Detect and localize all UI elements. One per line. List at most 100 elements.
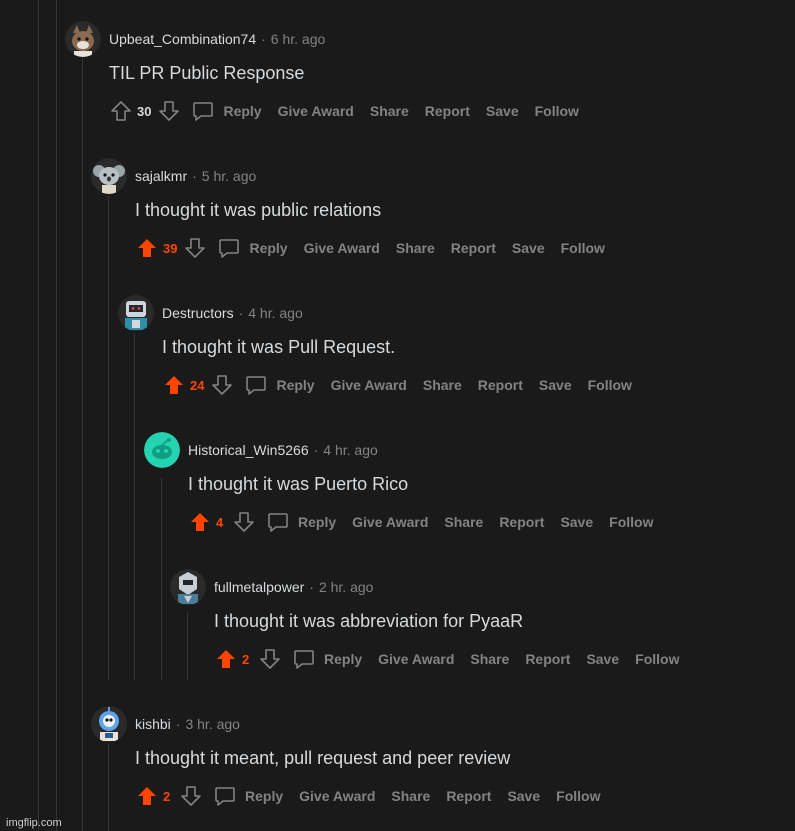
save-button[interactable]: Save (560, 514, 593, 530)
reply-button[interactable]: Reply (292, 647, 362, 671)
report-button[interactable]: Report (525, 651, 570, 667)
save-button[interactable]: Save (512, 240, 545, 256)
timestamp[interactable]: 3 hr. ago (185, 716, 240, 732)
save-button[interactable]: Save (507, 788, 540, 804)
thread-line[interactable] (38, 0, 39, 831)
give-award-button[interactable]: Give Award (304, 240, 380, 256)
vote-controls: 39 (135, 236, 207, 260)
downvote-icon[interactable] (232, 510, 256, 534)
timestamp[interactable]: 4 hr. ago (323, 442, 378, 458)
author-name[interactable]: sajalkmr (135, 168, 187, 184)
author-name[interactable]: kishbi (135, 716, 171, 732)
comment-body: TIL PR Public Response (109, 63, 305, 83)
separator-dot: · (313, 442, 319, 458)
follow-button[interactable]: Follow (609, 514, 653, 530)
follow-button[interactable]: Follow (556, 788, 600, 804)
comment-header: Destructors · 4 hr. ago (118, 293, 632, 333)
give-award-button[interactable]: Give Award (378, 651, 454, 667)
comment-body: I thought it was Puerto Rico (188, 474, 409, 494)
reply-button[interactable]: Reply (244, 373, 315, 397)
comment: sajalkmr · 5 hr. ago I thought it was publi… (91, 156, 605, 261)
thread-line[interactable] (56, 0, 57, 831)
reply-button[interactable]: Reply (213, 784, 283, 808)
upvote-icon[interactable] (162, 373, 186, 397)
give-award-button[interactable]: Give Award (331, 377, 407, 393)
give-award-button[interactable]: Give Award (352, 514, 428, 530)
comment: Destructors · 4 hr. ago I thought it was Pu… (118, 293, 632, 398)
reply-label: Reply (249, 240, 288, 256)
share-button[interactable]: Share (470, 651, 509, 667)
comment-header: Historical_Win5266 · 4 hr. ago (144, 430, 653, 470)
save-button[interactable]: Save (539, 377, 572, 393)
author-name[interactable]: fullmetalpower (214, 579, 304, 595)
report-button[interactable]: Report (499, 514, 544, 530)
comment-actions: 2 Reply Give Award Share Report Save Follow (214, 646, 679, 672)
reply-label: Reply (245, 788, 284, 804)
author-name[interactable]: Historical_Win5266 (188, 442, 309, 458)
report-button[interactable]: Report (478, 377, 523, 393)
comment: kishbi · 3 hr. ago I thought it meant, pull… (91, 704, 600, 809)
upvote-icon[interactable] (135, 784, 159, 808)
snoo-avatar[interactable] (144, 432, 180, 468)
comment: Upbeat_Combination74 · 6 hr. ago TIL PR Pub… (65, 19, 579, 124)
koala-avatar[interactable] (91, 158, 127, 194)
upvote-icon[interactable] (214, 647, 238, 671)
timestamp[interactable]: 2 hr. ago (319, 579, 374, 595)
follow-button[interactable]: Follow (535, 103, 579, 119)
comment-actions: 39 Reply Give Award Share Report Save Follow (135, 235, 605, 261)
thread-line[interactable] (82, 58, 83, 831)
follow-button[interactable]: Follow (561, 240, 605, 256)
timestamp[interactable]: 4 hr. ago (248, 305, 303, 321)
upvote-icon[interactable] (135, 236, 159, 260)
separator-dot: · (261, 31, 266, 47)
report-button[interactable]: Report (446, 788, 491, 804)
vote-controls: 4 (188, 510, 256, 534)
give-award-button[interactable]: Give Award (278, 103, 354, 119)
comment-header: kishbi · 3 hr. ago (91, 704, 600, 744)
vote-controls: 24 (162, 373, 234, 397)
downvote-icon[interactable] (183, 236, 207, 260)
save-button[interactable]: Save (586, 651, 619, 667)
upvote-icon[interactable] (188, 510, 212, 534)
share-button[interactable]: Share (391, 788, 430, 804)
comment-body: I thought it meant, pull request and pee… (135, 748, 511, 768)
report-button[interactable]: Report (451, 240, 496, 256)
upvote-icon[interactable] (109, 99, 133, 123)
follow-button[interactable]: Follow (588, 377, 632, 393)
downvote-icon[interactable] (179, 784, 203, 808)
dog-avatar[interactable] (65, 21, 101, 57)
comment-body: I thought it was public relations (135, 200, 382, 220)
timestamp[interactable]: 6 hr. ago (271, 31, 326, 47)
comment-header: Upbeat_Combination74 · 6 hr. ago (65, 19, 579, 59)
separator-dot: · (175, 716, 181, 732)
author-name[interactable]: Destructors (162, 305, 234, 321)
author-name[interactable]: Upbeat_Combination74 (109, 31, 256, 47)
report-button[interactable]: Report (425, 103, 470, 119)
give-award-button[interactable]: Give Award (299, 788, 375, 804)
comment-header: fullmetalpower · 2 hr. ago (170, 567, 679, 607)
score: 4 (216, 514, 224, 530)
reply-label: Reply (298, 514, 337, 530)
save-button[interactable]: Save (486, 103, 519, 119)
comment: Historical_Win5266 · 4 hr. ago I thought it… (144, 430, 653, 535)
blue-robot-avatar[interactable] (91, 706, 127, 742)
reply-button[interactable]: Reply (266, 510, 336, 534)
downvote-icon[interactable] (157, 99, 181, 123)
vote-controls: 2 (135, 784, 203, 808)
reply-button[interactable]: Reply (217, 236, 288, 260)
follow-button[interactable]: Follow (635, 651, 679, 667)
armor-avatar[interactable] (170, 569, 206, 605)
comment-header: sajalkmr · 5 hr. ago (91, 156, 605, 196)
share-button[interactable]: Share (444, 514, 483, 530)
thread-line[interactable] (108, 196, 109, 680)
comment-actions: 2 Reply Give Award Share Report Save Follow (135, 783, 600, 809)
share-button[interactable]: Share (370, 103, 409, 119)
timestamp[interactable]: 5 hr. ago (202, 168, 257, 184)
reply-label: Reply (324, 651, 363, 667)
share-button[interactable]: Share (423, 377, 462, 393)
share-button[interactable]: Share (396, 240, 435, 256)
reply-button[interactable]: Reply (191, 99, 262, 123)
downvote-icon[interactable] (210, 373, 234, 397)
downvote-icon[interactable] (258, 647, 282, 671)
robot-avatar[interactable] (118, 295, 154, 331)
